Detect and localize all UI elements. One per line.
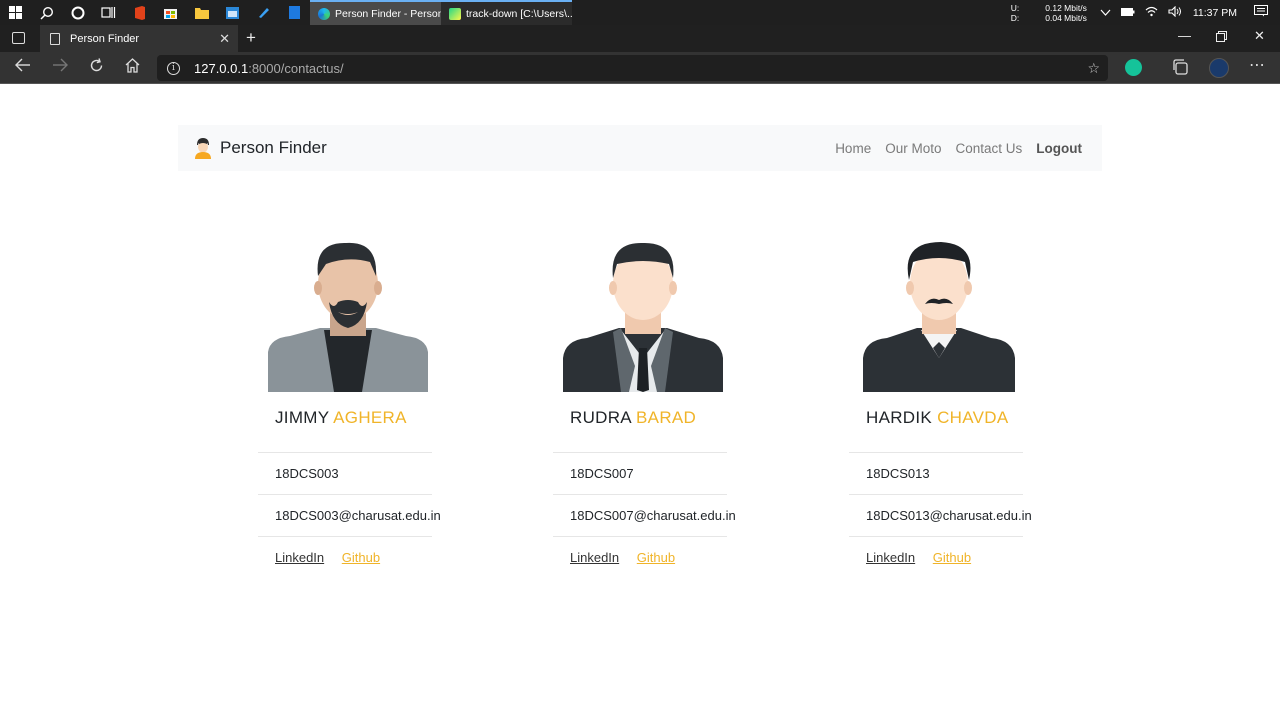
browser-tab-strip: Person Finder ✕ + — ✕	[0, 25, 1280, 52]
chevron-up-icon[interactable]	[1100, 7, 1111, 19]
social-links: LinkedIn Github	[553, 536, 727, 565]
member-name: JIMMY AGHERA	[258, 408, 448, 428]
grammarly-icon[interactable]	[1125, 59, 1142, 76]
nav-links: Home Our Moto Contact Us Logout	[821, 125, 1082, 171]
url-host: 127.0.0.1	[194, 60, 249, 76]
notification-icon[interactable]	[1254, 5, 1268, 20]
task-view-icon[interactable]	[93, 0, 124, 25]
collections-icon[interactable]	[1172, 59, 1188, 80]
windows-start-icon[interactable]	[0, 0, 31, 25]
close-tab-icon[interactable]: ✕	[219, 31, 230, 47]
team-card: JIMMY AGHERA 18DCS003 18DCS003@charusat.…	[258, 240, 448, 565]
member-name: HARDIK CHAVDA	[849, 408, 1039, 428]
network-speed: U: D: 0.12 Mbit/s 0.04 Mbit/s	[1011, 3, 1087, 23]
back-icon[interactable]	[15, 58, 31, 77]
search-icon[interactable]	[31, 0, 62, 25]
calendar-app-icon[interactable]	[217, 0, 248, 25]
brand-logo-icon	[195, 138, 211, 159]
office-app-icon[interactable]	[124, 0, 155, 25]
clock[interactable]: 11:37 PM	[1193, 7, 1237, 19]
student-id: 18DCS003	[258, 452, 432, 494]
taskbar-pycharm-task[interactable]: track-down [C:\Users\...	[441, 0, 572, 25]
nav-home[interactable]: Home	[835, 141, 871, 156]
first-name: HARDIK	[866, 408, 933, 427]
profile-avatar[interactable]	[1209, 58, 1229, 78]
member-name: RUDRA BARAD	[553, 408, 743, 428]
close-window-icon[interactable]: ✕	[1254, 28, 1265, 44]
tab-person-finder[interactable]: Person Finder ✕	[40, 25, 238, 52]
github-link[interactable]: Github	[933, 550, 971, 565]
home-icon[interactable]	[125, 58, 140, 78]
last-name: BARAD	[636, 408, 697, 427]
cortana-icon[interactable]	[62, 0, 93, 25]
new-tab-icon[interactable]: +	[246, 28, 256, 48]
store-icon[interactable]	[155, 0, 186, 25]
linkedin-link[interactable]: LinkedIn	[275, 550, 324, 565]
nav-contact-us[interactable]: Contact Us	[955, 141, 1022, 156]
battery-icon[interactable]	[1120, 7, 1135, 19]
team-card: HARDIK CHAVDA 18DCS013 18DCS013@charusat…	[849, 240, 1039, 565]
brand-name: Person Finder	[220, 138, 327, 157]
web-page: Person Finder Home Our Moto Contact Us L…	[0, 85, 1280, 720]
upload-label: U:	[1010, 2, 1020, 13]
file-explorer-icon[interactable]	[186, 0, 217, 25]
taskbar-edge-task[interactable]: Person Finder - Person...	[310, 0, 441, 25]
first-name: JIMMY	[275, 408, 330, 427]
document-app-icon[interactable]	[279, 0, 310, 25]
last-name: CHAVDA	[937, 408, 1009, 427]
address-bar[interactable]: i 127.0.0.1 :8000/contactus/ ☆	[157, 55, 1108, 81]
taskbar-task-label: track-down [C:\Users\...	[466, 7, 572, 20]
edge-icon	[318, 7, 330, 20]
pycharm-icon	[449, 7, 461, 20]
page-icon	[50, 32, 60, 45]
tab-title: Person Finder	[70, 32, 140, 45]
linkedin-link[interactable]: LinkedIn	[570, 550, 619, 565]
github-link[interactable]: Github	[637, 550, 675, 565]
minimize-icon[interactable]: —	[1178, 28, 1191, 43]
favorite-star-icon[interactable]: ☆	[1087, 60, 1100, 77]
download-speed: 0.04 Mbit/s	[1045, 12, 1087, 23]
avatar	[563, 242, 723, 392]
student-id: 18DCS007	[553, 452, 727, 494]
site-navbar: Person Finder Home Our Moto Contact Us L…	[178, 125, 1102, 171]
system-tray: U: D: 0.12 Mbit/s 0.04 Mbit/s 11:37 PM	[1011, 0, 1280, 25]
url-path: :8000/contactus/	[248, 60, 344, 76]
upload-speed: 0.12 Mbit/s	[1045, 2, 1087, 13]
tab-actions-icon[interactable]	[12, 32, 25, 44]
first-name: RUDRA	[570, 408, 632, 427]
last-name: AGHERA	[333, 408, 407, 427]
site-info-icon[interactable]: i	[167, 61, 180, 75]
brand[interactable]: Person Finder	[194, 137, 327, 159]
refresh-icon[interactable]	[89, 58, 104, 78]
email: 18DCS007@charusat.edu.in	[553, 494, 736, 536]
windows-taskbar: Person Finder - Person... track-down [C:…	[0, 0, 1280, 25]
student-id: 18DCS013	[849, 452, 1023, 494]
volume-icon[interactable]	[1168, 5, 1182, 20]
download-label: D:	[1010, 12, 1020, 23]
social-links: LinkedIn Github	[258, 536, 432, 565]
browser-toolbar: i 127.0.0.1 :8000/contactus/ ☆ ⋯	[0, 52, 1280, 84]
restore-icon[interactable]	[1216, 30, 1227, 45]
email: 18DCS013@charusat.edu.in	[849, 494, 1032, 536]
avatar	[863, 242, 1015, 392]
github-link[interactable]: Github	[342, 550, 380, 565]
wifi-icon[interactable]	[1145, 6, 1158, 20]
nav-our-moto[interactable]: Our Moto	[885, 141, 941, 156]
avatar	[268, 242, 428, 392]
pen-app-icon[interactable]	[248, 0, 279, 25]
taskbar-task-label: Person Finder - Person...	[335, 7, 441, 20]
email: 18DCS003@charusat.edu.in	[258, 494, 441, 536]
forward-icon[interactable]	[52, 58, 68, 77]
nav-logout[interactable]: Logout	[1036, 141, 1082, 156]
social-links: LinkedIn Github	[849, 536, 1023, 565]
team-card: RUDRA BARAD 18DCS007 18DCS007@charusat.e…	[553, 240, 743, 565]
linkedin-link[interactable]: LinkedIn	[866, 550, 915, 565]
more-options-icon[interactable]: ⋯	[1249, 55, 1265, 75]
